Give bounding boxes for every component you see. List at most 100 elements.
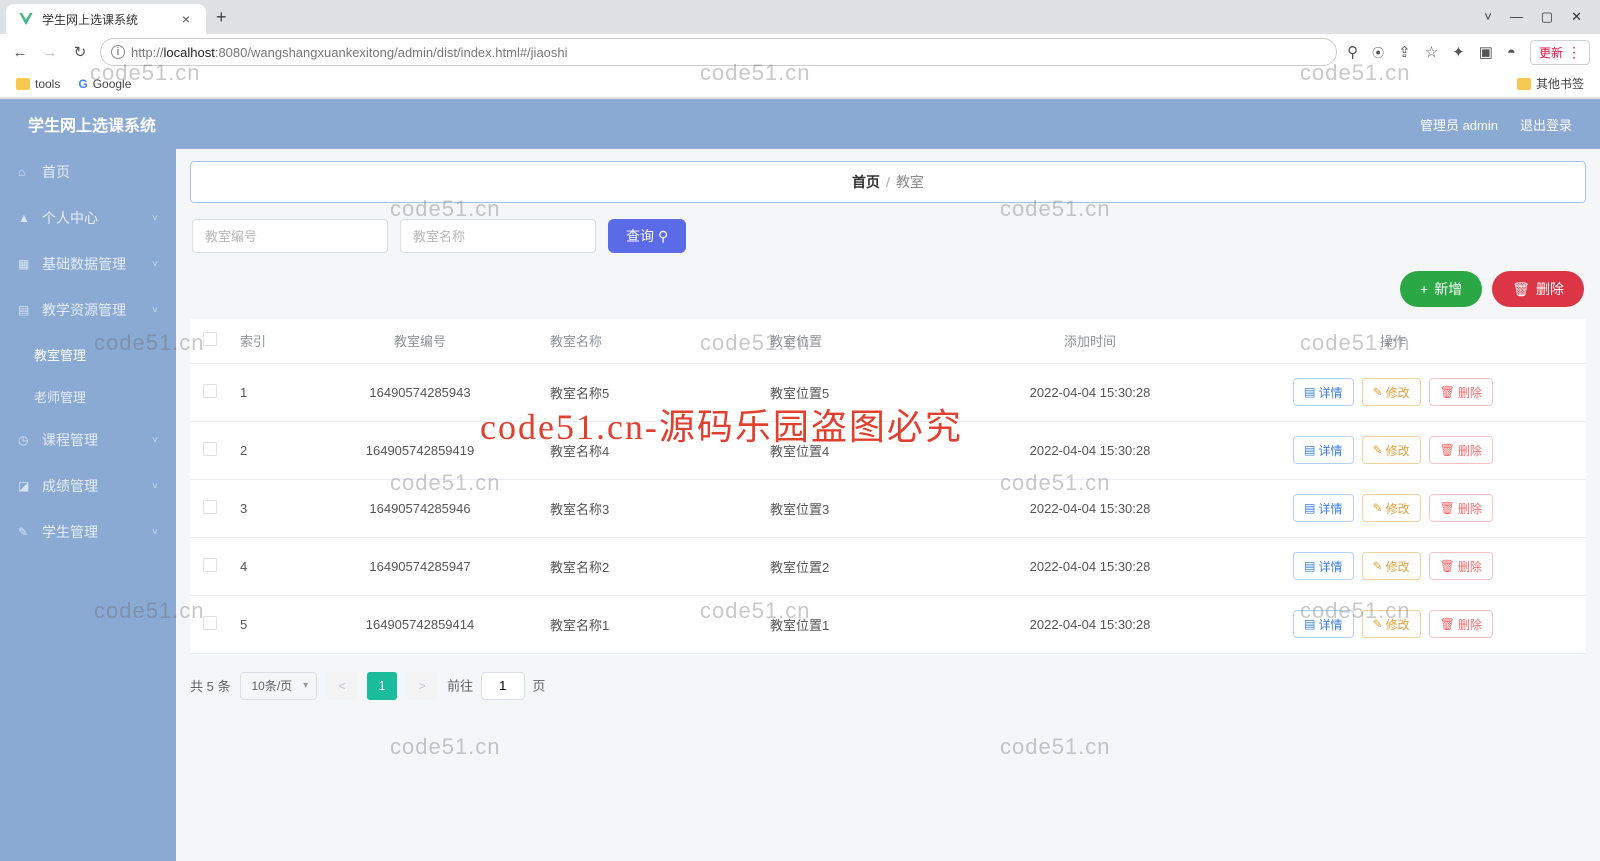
row-view-button[interactable]: ▤详情 — [1293, 552, 1353, 580]
row-view-button[interactable]: ▤详情 — [1293, 436, 1353, 464]
nav-reload-icon[interactable]: ↻ — [70, 43, 90, 61]
row-view-button[interactable]: ▤详情 — [1293, 378, 1353, 406]
window-dropdown-icon[interactable]: ˅ — [1484, 9, 1492, 25]
new-tab-button[interactable]: + — [206, 7, 237, 28]
edit-icon: ✎ — [1373, 385, 1383, 399]
data-table: 索引 教室编号 教室名称 教室位置 添加时间 操作 11649057428594… — [190, 319, 1586, 654]
row-checkbox[interactable] — [203, 558, 217, 572]
bookmark-tools[interactable]: tools — [16, 77, 60, 91]
sidebar-item-teacher[interactable]: 老师管理 — [0, 375, 176, 417]
search-name-input[interactable] — [400, 219, 596, 253]
row-edit-button[interactable]: ✎修改 — [1362, 552, 1421, 580]
row-view-button[interactable]: ▤详情 — [1293, 494, 1353, 522]
chevron-down-icon: ˅ — [152, 259, 158, 270]
bookmark-other[interactable]: 其他书签 — [1517, 75, 1584, 92]
sidebar-item-grade[interactable]: ◪成绩管理˅ — [0, 463, 176, 509]
breadcrumb-current: 教室 — [896, 172, 924, 192]
browser-tab[interactable]: 学生网上选课系统 × — [6, 4, 206, 34]
row-delete-button[interactable]: 🗑删除 — [1429, 494, 1493, 522]
share-icon[interactable]: ⇪ — [1398, 43, 1411, 61]
window-close-icon[interactable]: ✕ — [1571, 9, 1582, 25]
trash-icon: 🗑 — [1440, 617, 1455, 631]
edit-icon: ✎ — [1373, 501, 1383, 515]
edit-icon: ✎ — [1373, 443, 1383, 457]
key-icon[interactable]: ⚲ — [1347, 43, 1358, 61]
main-content: 首页 / 教室 查询⚲ +新增 🗑删除 索引 教室编号 教室名称 教室位置 添加… — [176, 149, 1600, 861]
table-row: 5164905742859414教室名称1教室位置12022-04-04 15:… — [190, 595, 1586, 653]
home-icon: ⌂ — [18, 165, 34, 179]
sidebar-item-home[interactable]: ⌂首页 — [0, 149, 176, 195]
chevron-down-icon: ˅ — [152, 213, 158, 224]
sidebar-item-classroom[interactable]: 教室管理 — [0, 333, 176, 375]
page-goto-input[interactable] — [481, 672, 525, 700]
row-edit-button[interactable]: ✎修改 — [1362, 610, 1421, 638]
sidebar-item-course[interactable]: ◷课程管理˅ — [0, 417, 176, 463]
app-title: 学生网上选课系统 — [28, 112, 156, 136]
doc-icon: ▤ — [1304, 443, 1315, 457]
profile-icon[interactable]: ◓ — [1507, 44, 1516, 61]
col-loc: 教室位置 — [760, 319, 980, 363]
delete-button[interactable]: 🗑删除 — [1492, 271, 1584, 307]
row-checkbox[interactable] — [203, 442, 217, 456]
sidepanel-icon[interactable]: ▣ — [1479, 43, 1493, 61]
search-icon: ⚲ — [658, 228, 668, 245]
logout-link[interactable]: 退出登录 — [1520, 115, 1572, 134]
row-view-button[interactable]: ▤详情 — [1293, 610, 1353, 638]
update-button[interactable]: 更新⋮ — [1530, 40, 1590, 65]
row-checkbox[interactable] — [203, 616, 217, 630]
translate-icon[interactable]: ⦿ — [1372, 44, 1384, 61]
row-delete-button[interactable]: 🗑删除 — [1429, 378, 1493, 406]
page-prev-button[interactable]: < — [327, 672, 357, 700]
bookmark-google[interactable]: GGoogle — [78, 77, 131, 91]
add-button[interactable]: +新增 — [1400, 271, 1482, 307]
row-edit-button[interactable]: ✎修改 — [1362, 436, 1421, 464]
row-edit-button[interactable]: ✎修改 — [1362, 494, 1421, 522]
row-delete-button[interactable]: 🗑删除 — [1429, 552, 1493, 580]
table-row: 316490574285946教室名称3教室位置32022-04-04 15:3… — [190, 479, 1586, 537]
page-next-button[interactable]: > — [407, 672, 437, 700]
nav-forward-icon[interactable]: → — [40, 44, 60, 61]
nav-back-icon[interactable]: ← — [10, 44, 30, 61]
window-maximize-icon[interactable]: ▢ — [1541, 9, 1553, 25]
tab-close-icon[interactable]: × — [178, 11, 194, 27]
doc-icon: ▤ — [1304, 385, 1315, 399]
breadcrumb-home[interactable]: 首页 — [852, 172, 880, 192]
cell-loc: 教室位置2 — [760, 537, 980, 595]
cell-name: 教室名称5 — [540, 363, 760, 421]
app-header: 学生网上选课系统 管理员 admin 退出登录 — [0, 99, 1600, 149]
cell-code: 16490574285946 — [300, 479, 540, 537]
page-goto: 前往 页 — [447, 672, 545, 700]
query-button[interactable]: 查询⚲ — [608, 219, 686, 253]
url-bar[interactable]: i http://localhost:8080/wangshangxuankex… — [100, 38, 1337, 66]
row-checkbox[interactable] — [203, 384, 217, 398]
trash-icon: 🗑 — [1440, 501, 1455, 515]
page-size-select[interactable]: 10条/页 — [240, 672, 317, 700]
pager-total: 共 5 条 — [190, 676, 230, 695]
site-info-icon[interactable]: i — [111, 45, 125, 59]
cell-name: 教室名称4 — [540, 421, 760, 479]
extensions-icon[interactable]: ✦ — [1452, 43, 1465, 61]
sidebar-item-personal[interactable]: ▲个人中心˅ — [0, 195, 176, 241]
search-code-input[interactable] — [192, 219, 388, 253]
sidebar-item-basedata[interactable]: ▦基础数据管理˅ — [0, 241, 176, 287]
cell-time: 2022-04-04 15:30:28 — [980, 421, 1200, 479]
folder-icon — [1517, 78, 1531, 90]
table-row: 2164905742859419教室名称4教室位置42022-04-04 15:… — [190, 421, 1586, 479]
page-number-1[interactable]: 1 — [367, 672, 397, 700]
row-edit-button[interactable]: ✎修改 — [1362, 378, 1421, 406]
data-icon: ▦ — [18, 257, 34, 271]
select-all-checkbox[interactable] — [203, 332, 217, 346]
cell-loc: 教室位置1 — [760, 595, 980, 653]
row-delete-button[interactable]: 🗑删除 — [1429, 436, 1493, 464]
row-checkbox[interactable] — [203, 500, 217, 514]
plus-icon: + — [1420, 281, 1428, 297]
window-controls: ˅ — ▢ ✕ — [1484, 9, 1594, 25]
sidebar-item-student[interactable]: ✎学生管理˅ — [0, 509, 176, 555]
cell-time: 2022-04-04 15:30:28 — [980, 479, 1200, 537]
resource-icon: ▤ — [18, 303, 34, 317]
trash-icon: 🗑 — [1440, 559, 1455, 573]
star-icon[interactable]: ☆ — [1425, 43, 1438, 61]
row-delete-button[interactable]: 🗑删除 — [1429, 610, 1493, 638]
sidebar-item-teachres[interactable]: ▤教学资源管理˅ — [0, 287, 176, 333]
window-minimize-icon[interactable]: — — [1510, 9, 1523, 25]
